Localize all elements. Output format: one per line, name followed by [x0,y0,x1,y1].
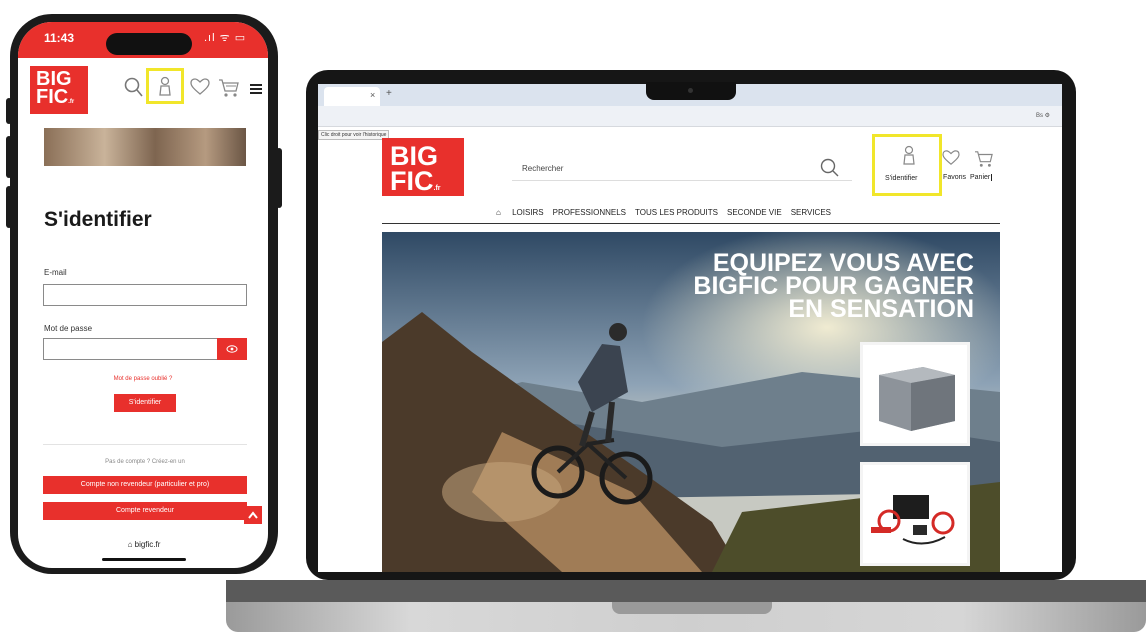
browser-tab[interactable]: × [324,87,380,106]
user-icon [158,76,172,101]
chevron-up-icon [248,511,258,519]
laptop-opening-groove [612,602,772,614]
scroll-top-button[interactable] [244,506,262,524]
hero-banner[interactable]: EQUIPEZ VOUS AVEC BIGFIC POUR GAGNER EN … [382,232,1000,572]
banner-image [44,128,246,166]
bigfic-logo[interactable]: BIG FIC.fr [30,66,88,114]
nav-professionnels[interactable]: PROFESSIONNELS [553,208,626,217]
password-label: Mot de passe [44,324,93,333]
search-icon[interactable] [820,158,840,178]
browser-extension-icons[interactable]: Bs ⚙ [1036,112,1050,119]
main-nav: ⌂ LOISIRS PROFESSIONNELS TOUS LES PRODUITS… [496,208,840,217]
tab-close-icon[interactable]: × [370,90,375,100]
signin-submit-button[interactable]: S'identifier [114,394,176,412]
cart-icon[interactable] [218,78,240,103]
bigfic-logo[interactable]: BIG FIC.fr [382,138,464,196]
camera-icon [688,88,693,93]
show-password-button[interactable] [217,338,247,360]
non-reseller-account-button[interactable]: Compte non revendeur (particulier et pro… [43,476,247,494]
history-tooltip: Clic droit pour voir l'historique [318,130,390,140]
password-field[interactable] [43,338,219,360]
favorites-label[interactable]: Favoris [936,174,966,181]
signin-label: S'identifier [885,175,918,182]
nav-services[interactable]: SERVICES [791,208,831,217]
phone-screen: 11:43 .ıl ᯤ ▭ BIG FIC.fr S'identifier E-… [18,22,268,568]
user-icon-highlight[interactable] [146,68,184,104]
url-bar[interactable]: ⌂ bigfic.fr [104,540,184,549]
cart-icon[interactable] [974,150,994,168]
login-title: S'identifier [44,208,152,231]
new-tab-icon[interactable]: + [386,88,392,99]
product-card-winch[interactable] [860,462,970,566]
logo-line-2: FIC.fr [36,86,75,109]
reseller-account-button[interactable]: Compte revendeur [43,502,247,520]
nav-loisirs[interactable]: LOISIRS [512,208,544,217]
heart-icon[interactable] [942,150,960,166]
eye-icon [226,345,238,353]
email-field[interactable] [43,284,247,306]
search-icon[interactable] [124,76,144,98]
laptop-screen: × + Bs ⚙ Clic droit pour voir l'historiq… [318,84,1062,572]
nav-underline [382,223,1000,224]
divider [43,444,247,445]
status-time: 11:43 [44,31,75,45]
hero-line-3: EN SENSATION [788,295,974,323]
laptop-hinge [226,580,1146,602]
search-placeholder: Rechercher [522,164,564,173]
dynamic-island [106,33,192,55]
no-account-text: Pas de compte ? Créez-en un [105,459,185,465]
cart-label[interactable]: Panier [970,174,993,181]
heart-icon[interactable] [190,78,210,101]
user-icon [903,145,915,165]
email-label: E-mail [44,268,67,277]
signin-highlight[interactable]: S'identifier [872,134,942,196]
product-card-box[interactable] [860,342,970,446]
nav-tous-les-produits[interactable]: TOUS LES PRODUITS [635,208,718,217]
camera-notch [646,82,736,100]
box-product-image [879,367,955,431]
logo-line-2: FIC.fr [390,165,441,196]
hero-headline: EQUIPEZ VOUS AVEC BIGFIC POUR GAGNER EN … [693,251,974,323]
nav-seconde-vie[interactable]: SECONDE VIE [727,208,782,217]
logo-suffix: .fr [433,184,441,192]
status-icons: .ıl ᯤ ▭ [204,32,247,44]
search-input[interactable]: Rechercher [512,156,852,181]
winch-product-image [871,495,955,545]
logo-suffix: .fr [68,99,75,106]
home-indicator [102,558,186,561]
menu-icon[interactable] [250,82,262,100]
address-bar[interactable] [318,106,1062,127]
forgot-password-link[interactable]: Mot de passe oublié ? [78,376,208,382]
home-icon[interactable]: ⌂ [496,208,501,217]
